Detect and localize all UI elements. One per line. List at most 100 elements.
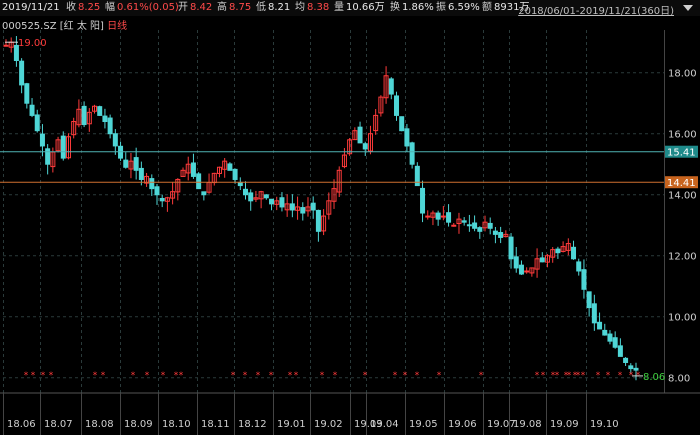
price-tick-label: 18.00 bbox=[668, 69, 697, 80]
time-tick-label: 19.04 bbox=[370, 419, 399, 430]
time-tick-label: 19.08 bbox=[513, 419, 542, 430]
candle-body bbox=[461, 220, 467, 223]
reference-lines: 15.41 14.41 bbox=[0, 145, 698, 189]
signal-star: * bbox=[93, 371, 98, 381]
time-tick-label: 18.09 bbox=[124, 419, 153, 430]
candle-body bbox=[289, 203, 295, 211]
signal-star: * bbox=[294, 371, 299, 381]
candle-body bbox=[571, 246, 577, 260]
price-annotations: 19.00 8.06 bbox=[5, 38, 665, 383]
signal-star: * bbox=[403, 371, 408, 381]
candle-body bbox=[138, 167, 144, 180]
signal-star: * bbox=[618, 371, 623, 381]
candle-body bbox=[123, 159, 129, 168]
signal-star: * bbox=[41, 371, 46, 381]
candle-body bbox=[154, 186, 160, 196]
candle-body bbox=[576, 261, 582, 272]
time-tick-label: 19.02 bbox=[314, 419, 343, 430]
candle-body bbox=[201, 191, 207, 196]
candle-body bbox=[81, 105, 87, 126]
time-tick-label: 19.10 bbox=[590, 419, 619, 430]
candle-body bbox=[3, 44, 9, 47]
price-axis: 8.00 10.00 12.00 14.00 16.00 18.00 bbox=[664, 30, 697, 393]
time-axis: 18.06 18.07 18.08 18.09 18.10 18.11 18.12 19.01… bbox=[0, 392, 700, 435]
candle-body bbox=[404, 128, 410, 147]
candle-body bbox=[399, 116, 405, 132]
candle-body bbox=[190, 162, 196, 177]
candle-body bbox=[357, 126, 363, 144]
candle-body bbox=[425, 215, 431, 218]
candle-body bbox=[248, 192, 254, 202]
candle-body bbox=[446, 212, 452, 223]
time-tick-label: 19.07 bbox=[487, 419, 516, 430]
candle-body bbox=[107, 117, 113, 135]
signal-star: * bbox=[535, 371, 540, 381]
candle-body bbox=[508, 236, 514, 260]
candle-body bbox=[420, 187, 426, 214]
candle-body bbox=[472, 222, 478, 229]
candle-body bbox=[97, 106, 103, 116]
reference-badge-label: 14.41 bbox=[667, 178, 696, 189]
time-tick-label: 18.11 bbox=[201, 419, 230, 430]
signal-star: * bbox=[243, 371, 248, 381]
candle-body bbox=[149, 178, 155, 190]
candle-body bbox=[159, 197, 165, 202]
reference-badge-label: 15.41 bbox=[667, 148, 696, 159]
candle-body bbox=[133, 157, 139, 171]
signal-star: * bbox=[231, 371, 236, 381]
time-tick-label: 19.09 bbox=[550, 419, 579, 430]
signal-star: * bbox=[179, 371, 184, 381]
time-tick-label: 19.01 bbox=[277, 419, 306, 430]
low-annotation: 8.06 bbox=[643, 372, 665, 383]
price-tick-label: 10.00 bbox=[668, 313, 697, 324]
candle-body bbox=[269, 198, 275, 205]
candle-body bbox=[539, 257, 545, 263]
candle-body bbox=[597, 321, 603, 330]
candle-body bbox=[29, 104, 35, 116]
candle-body bbox=[435, 212, 441, 220]
signal-star: * bbox=[24, 371, 29, 381]
candle-body bbox=[617, 345, 623, 357]
candle-body bbox=[102, 115, 108, 123]
candle-body bbox=[581, 269, 587, 290]
signal-markers: *************************************** bbox=[24, 371, 641, 381]
candle-body bbox=[628, 365, 634, 370]
candle-body bbox=[362, 143, 368, 150]
candle-body bbox=[623, 357, 629, 363]
candle-body bbox=[112, 133, 118, 147]
signal-star: * bbox=[161, 371, 166, 381]
candle-body bbox=[34, 114, 40, 132]
kline-chart[interactable]: 15.41 14.41 8.00 10.00 12.00 14.00 16.00 18.00… bbox=[0, 0, 700, 435]
price-tick-label: 14.00 bbox=[668, 191, 697, 202]
candle-body bbox=[409, 142, 415, 165]
candle-body bbox=[451, 224, 457, 227]
candle-body bbox=[310, 202, 316, 211]
candle-body bbox=[513, 256, 519, 269]
time-tick-label: 18.07 bbox=[44, 419, 73, 430]
candle-body bbox=[227, 163, 233, 171]
signal-star: * bbox=[145, 371, 150, 381]
signal-star: * bbox=[479, 371, 484, 381]
time-tick-label: 18.10 bbox=[162, 419, 191, 430]
candle-body bbox=[492, 230, 498, 235]
signal-star: * bbox=[131, 371, 136, 381]
signal-star: * bbox=[333, 371, 338, 381]
time-tick-label: 19.06 bbox=[448, 419, 477, 430]
candle-body bbox=[232, 168, 238, 180]
candle-body bbox=[607, 333, 613, 342]
time-tick-label: 18.08 bbox=[85, 419, 114, 430]
candle-body bbox=[612, 337, 618, 348]
signal-star: * bbox=[101, 371, 106, 381]
chart-grid bbox=[3, 30, 664, 393]
signal-star: * bbox=[320, 371, 325, 381]
candle-body bbox=[633, 367, 639, 371]
candle-body bbox=[591, 303, 597, 324]
time-tick-label: 19.05 bbox=[409, 419, 438, 430]
high-annotation: 19.00 bbox=[18, 38, 47, 49]
candle-body bbox=[466, 224, 472, 227]
candle-body bbox=[315, 209, 321, 232]
price-tick-label: 12.00 bbox=[668, 252, 697, 263]
candle-body bbox=[60, 135, 66, 159]
signal-star: * bbox=[541, 371, 546, 381]
signal-star: * bbox=[49, 371, 54, 381]
